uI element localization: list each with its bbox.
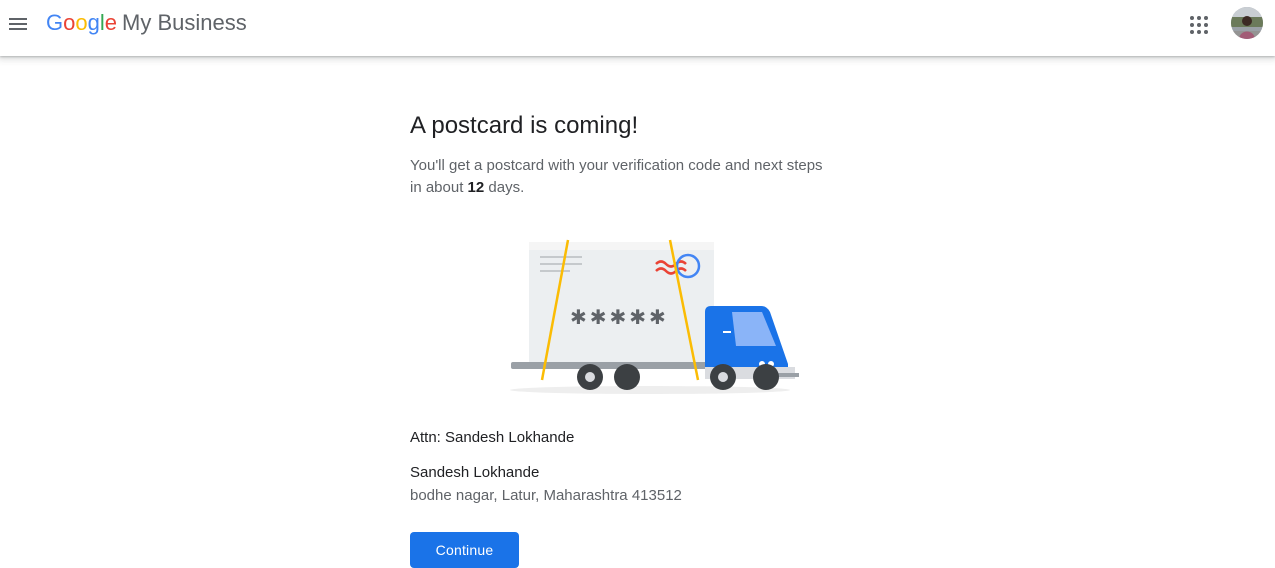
brand-letter: G xyxy=(46,10,64,35)
continue-button[interactable]: Continue xyxy=(410,532,519,568)
account-avatar[interactable] xyxy=(1231,7,1263,39)
truck-wheel xyxy=(710,364,736,390)
app-header: Google My Business xyxy=(0,0,1275,56)
description-suffix: days. xyxy=(484,179,525,196)
recipient-name: Sandesh Lokhande xyxy=(410,464,540,481)
brand-letter: o xyxy=(63,10,76,35)
google-my-business-logo[interactable]: Google My Business xyxy=(46,10,247,40)
truck-wheel xyxy=(614,364,640,390)
masked-code: ✱✱✱✱✱ xyxy=(570,305,669,329)
attention-line: Attn: Sandesh Lokhande xyxy=(410,429,575,446)
delivery-truck-postcard-illustration: ✱✱✱✱✱ xyxy=(500,238,800,398)
hamburger-menu-icon xyxy=(9,18,27,30)
brand-letter: e xyxy=(104,10,118,35)
truck-wheel xyxy=(577,364,603,390)
main-menu-button[interactable] xyxy=(4,8,32,40)
product-name: My Business xyxy=(122,10,247,35)
days-count: 12 xyxy=(467,179,485,196)
page-title: A postcard is coming! xyxy=(410,112,639,139)
brand-letter: o xyxy=(75,10,88,35)
truck-wheel xyxy=(753,364,779,390)
google-wordmark: Google xyxy=(46,10,117,36)
brand-letter: g xyxy=(87,10,100,35)
google-apps-button[interactable] xyxy=(1184,10,1214,40)
truck-illustration-svg: ✱✱✱✱✱ xyxy=(510,239,799,394)
avatar-image-icon xyxy=(1231,7,1263,39)
mailing-address: bodhe nagar, Latur, Maharashtra 413512 xyxy=(410,487,682,504)
verification-description: You'll get a postcard with your verifica… xyxy=(410,155,830,199)
apps-grid-icon xyxy=(1190,16,1208,34)
